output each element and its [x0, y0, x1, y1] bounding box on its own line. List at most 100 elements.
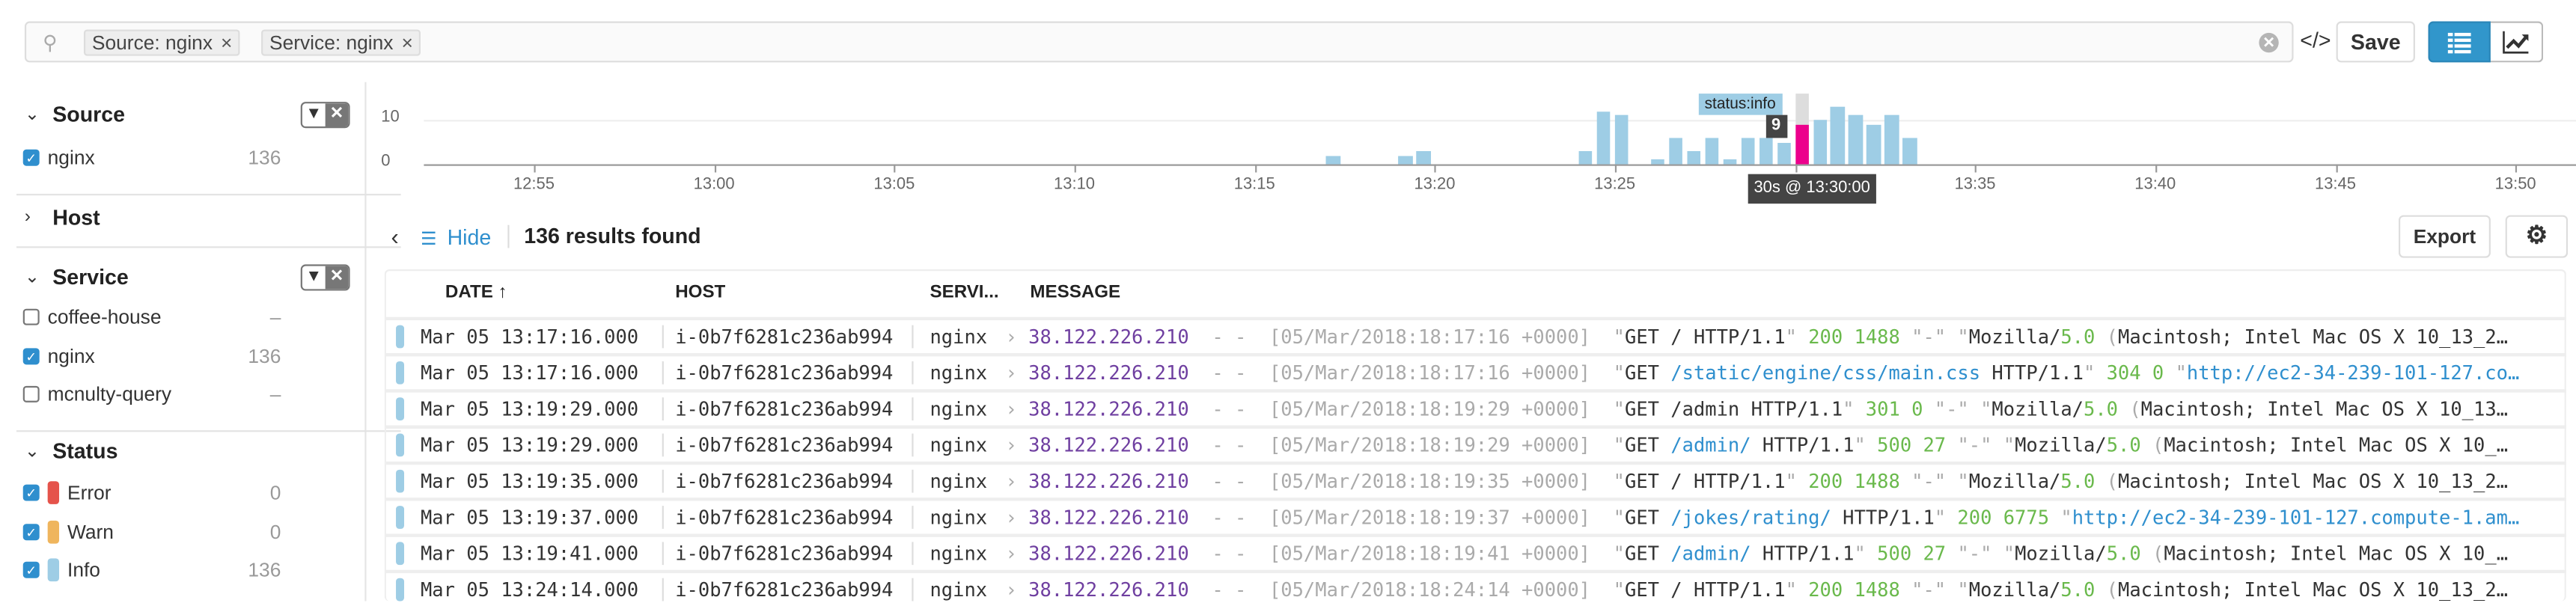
search-bar[interactable]: ⚲ Source: nginx × Service: nginx × ✕	[24, 21, 2294, 63]
x-tick-mark	[1795, 164, 1797, 173]
message-token: Macintosh; Intel Mac OS X 10_…	[2164, 542, 2509, 566]
client-ip[interactable]: 38.122.226.210	[1028, 506, 1189, 529]
table-row[interactable]: Mar 05 13:17:16.000 i-0b7f6281c236ab994 ng…	[385, 316, 2566, 353]
column-header-service[interactable]: SERVI...	[930, 271, 998, 316]
histogram-bar[interactable]	[1416, 150, 1431, 165]
client-ip[interactable]: 38.122.226.210	[1028, 434, 1189, 457]
facet-item-mcnulty-query[interactable]: mcnulty-query –	[0, 381, 353, 407]
column-header-message[interactable]: MESSAGE	[1030, 271, 1120, 316]
filter-chip-source[interactable]: Source: nginx ×	[83, 29, 241, 56]
list-view-toggle[interactable]	[2428, 21, 2491, 63]
section-divider	[16, 194, 401, 196]
histogram-bar[interactable]	[1759, 137, 1773, 165]
histogram-bar[interactable]	[1705, 137, 1719, 165]
message-token: (	[2095, 325, 2119, 349]
message-token: 304	[2095, 361, 2141, 385]
status-indicator	[396, 578, 405, 602]
client-ip[interactable]: 38.122.226.210	[1028, 542, 1189, 565]
table-row[interactable]: Mar 05 13:19:35.000 i-0b7f6281c236ab994 ng…	[385, 461, 2566, 498]
checkbox[interactable]: ✓	[22, 561, 40, 578]
histogram-bar[interactable]	[1795, 124, 1810, 165]
column-header-host[interactable]: HOST	[675, 271, 725, 316]
histogram-bar[interactable]	[1686, 150, 1701, 165]
checkbox[interactable]	[22, 308, 40, 325]
message-token[interactable]: http://ec2-34-239-101-127.compute-1.am…	[2072, 506, 2520, 529]
message-token[interactable]: /static/engine/css/main.css	[1670, 361, 1980, 385]
histogram-bar[interactable]	[1578, 150, 1593, 165]
histogram-bar[interactable]	[1398, 155, 1413, 165]
message-token[interactable]: /admin/	[1670, 542, 1751, 565]
facet-item-nginx[interactable]: ✓ nginx 136	[0, 144, 353, 171]
checkbox[interactable]: ✓	[22, 149, 40, 166]
client-ip[interactable]: 38.122.226.210	[1028, 470, 1189, 493]
message-token: "	[1946, 578, 1969, 602]
clear-search-icon[interactable]: ✕	[2259, 32, 2279, 53]
filter-icon[interactable]: ▼	[302, 266, 326, 290]
save-button[interactable]: Save	[2336, 21, 2415, 63]
facet-title-service[interactable]: Service	[52, 264, 129, 289]
histogram-bar[interactable]	[1831, 106, 1846, 165]
hide-facets-button[interactable]: ☰ Hide	[421, 225, 491, 250]
client-ip[interactable]: 38.122.226.210	[1028, 325, 1189, 349]
facet-item-Warn[interactable]: ✓ Warn 0	[0, 518, 353, 545]
facet-sidebar: ⌄ Source ▼ ✕ ✓ nginx 136 › Host ⌄ Service ▼ ✕ coffee-…	[0, 82, 401, 602]
histogram-chart[interactable]: 0 10 12:55 13:00 13:05 13:10 13:15 13:20 13:25 13…	[368, 82, 2576, 206]
client-ip[interactable]: 38.122.226.210	[1028, 361, 1189, 385]
facet-title-source[interactable]: Source	[52, 102, 125, 126]
facet-item-Error[interactable]: ✓ Error 0	[0, 480, 353, 506]
facet-item-label: Info	[67, 558, 100, 582]
filter-chip-service[interactable]: Service: nginx ×	[261, 29, 421, 56]
settings-button[interactable]: ⚙	[2505, 215, 2569, 258]
clear-facet-icon[interactable]: ✕	[325, 266, 349, 290]
checkbox[interactable]: ✓	[22, 347, 40, 364]
message-token: "-"	[1946, 433, 1992, 457]
chevron-down-icon[interactable]: ⌄	[25, 440, 40, 462]
histogram-bar[interactable]	[1902, 137, 1917, 165]
client-ip[interactable]: 38.122.226.210	[1028, 397, 1189, 420]
checkbox[interactable]: ✓	[22, 484, 40, 501]
message-token[interactable]: /admin/	[1670, 434, 1751, 457]
histogram-bar[interactable]	[1723, 159, 1737, 165]
export-button[interactable]: Export	[2398, 215, 2491, 258]
table-row[interactable]: Mar 05 13:19:41.000 i-0b7f6281c236ab994 ng…	[385, 533, 2566, 569]
histogram-bar[interactable]	[1326, 155, 1341, 165]
table-row[interactable]: Mar 05 13:19:29.000 i-0b7f6281c236ab994 ng…	[385, 425, 2566, 462]
facet-title-host[interactable]: Host	[52, 205, 100, 230]
table-row[interactable]: Mar 05 13:19:29.000 i-0b7f6281c236ab994 ng…	[385, 389, 2566, 425]
facet-item-coffee-house[interactable]: coffee-house –	[0, 304, 353, 330]
code-view-button[interactable]: </>	[2300, 28, 2331, 52]
column-header-date[interactable]: DATE ↑	[445, 271, 507, 316]
chevron-down-icon[interactable]: ⌄	[25, 103, 40, 124]
chevron-right-icon[interactable]: ›	[25, 207, 31, 227]
histogram-bar[interactable]	[1650, 159, 1665, 165]
collapse-sidebar-button[interactable]: ‹	[391, 224, 398, 250]
filter-icon[interactable]: ▼	[302, 103, 326, 126]
histogram-bar[interactable]	[1777, 141, 1791, 165]
client-ip[interactable]: 38.122.226.210	[1028, 578, 1189, 602]
message-token[interactable]: http://ec2-34-239-101-127.co…	[2187, 361, 2519, 385]
table-row[interactable]: Mar 05 13:24:14.000 i-0b7f6281c236ab994 ng…	[385, 569, 2566, 606]
histogram-bar[interactable]	[1614, 115, 1629, 165]
checkbox[interactable]: ✓	[22, 523, 40, 540]
checkbox[interactable]	[22, 385, 40, 403]
status-indicator	[396, 325, 405, 349]
chevron-down-icon[interactable]: ⌄	[25, 266, 40, 287]
clear-facet-icon[interactable]: ✕	[325, 103, 349, 127]
facet-title-status[interactable]: Status	[52, 438, 117, 463]
log-table: DATE ↑ HOST SERVI... MESSAGE Mar 05 13:1…	[384, 269, 2566, 602]
histogram-bar[interactable]	[1596, 111, 1611, 165]
message-token[interactable]: /jokes/rating/	[1670, 506, 1831, 529]
table-row[interactable]: Mar 05 13:19:37.000 i-0b7f6281c236ab994 ng…	[385, 498, 2566, 533]
histogram-bar[interactable]	[1849, 115, 1864, 165]
close-icon[interactable]: ×	[401, 31, 412, 55]
histogram-bar[interactable]	[1813, 120, 1828, 165]
histogram-bar[interactable]	[1867, 124, 1881, 165]
timeseries-view-toggle[interactable]	[2490, 21, 2544, 63]
histogram-bar[interactable]	[1741, 137, 1755, 165]
facet-item-Info[interactable]: ✓ Info 136	[0, 557, 353, 583]
histogram-bar[interactable]	[1884, 115, 1899, 165]
close-icon[interactable]: ×	[221, 31, 232, 55]
histogram-bar[interactable]	[1668, 137, 1683, 165]
facet-item-nginx[interactable]: ✓ nginx 136	[0, 343, 353, 369]
table-row[interactable]: Mar 05 13:17:16.000 i-0b7f6281c236ab994 ng…	[385, 352, 2566, 389]
